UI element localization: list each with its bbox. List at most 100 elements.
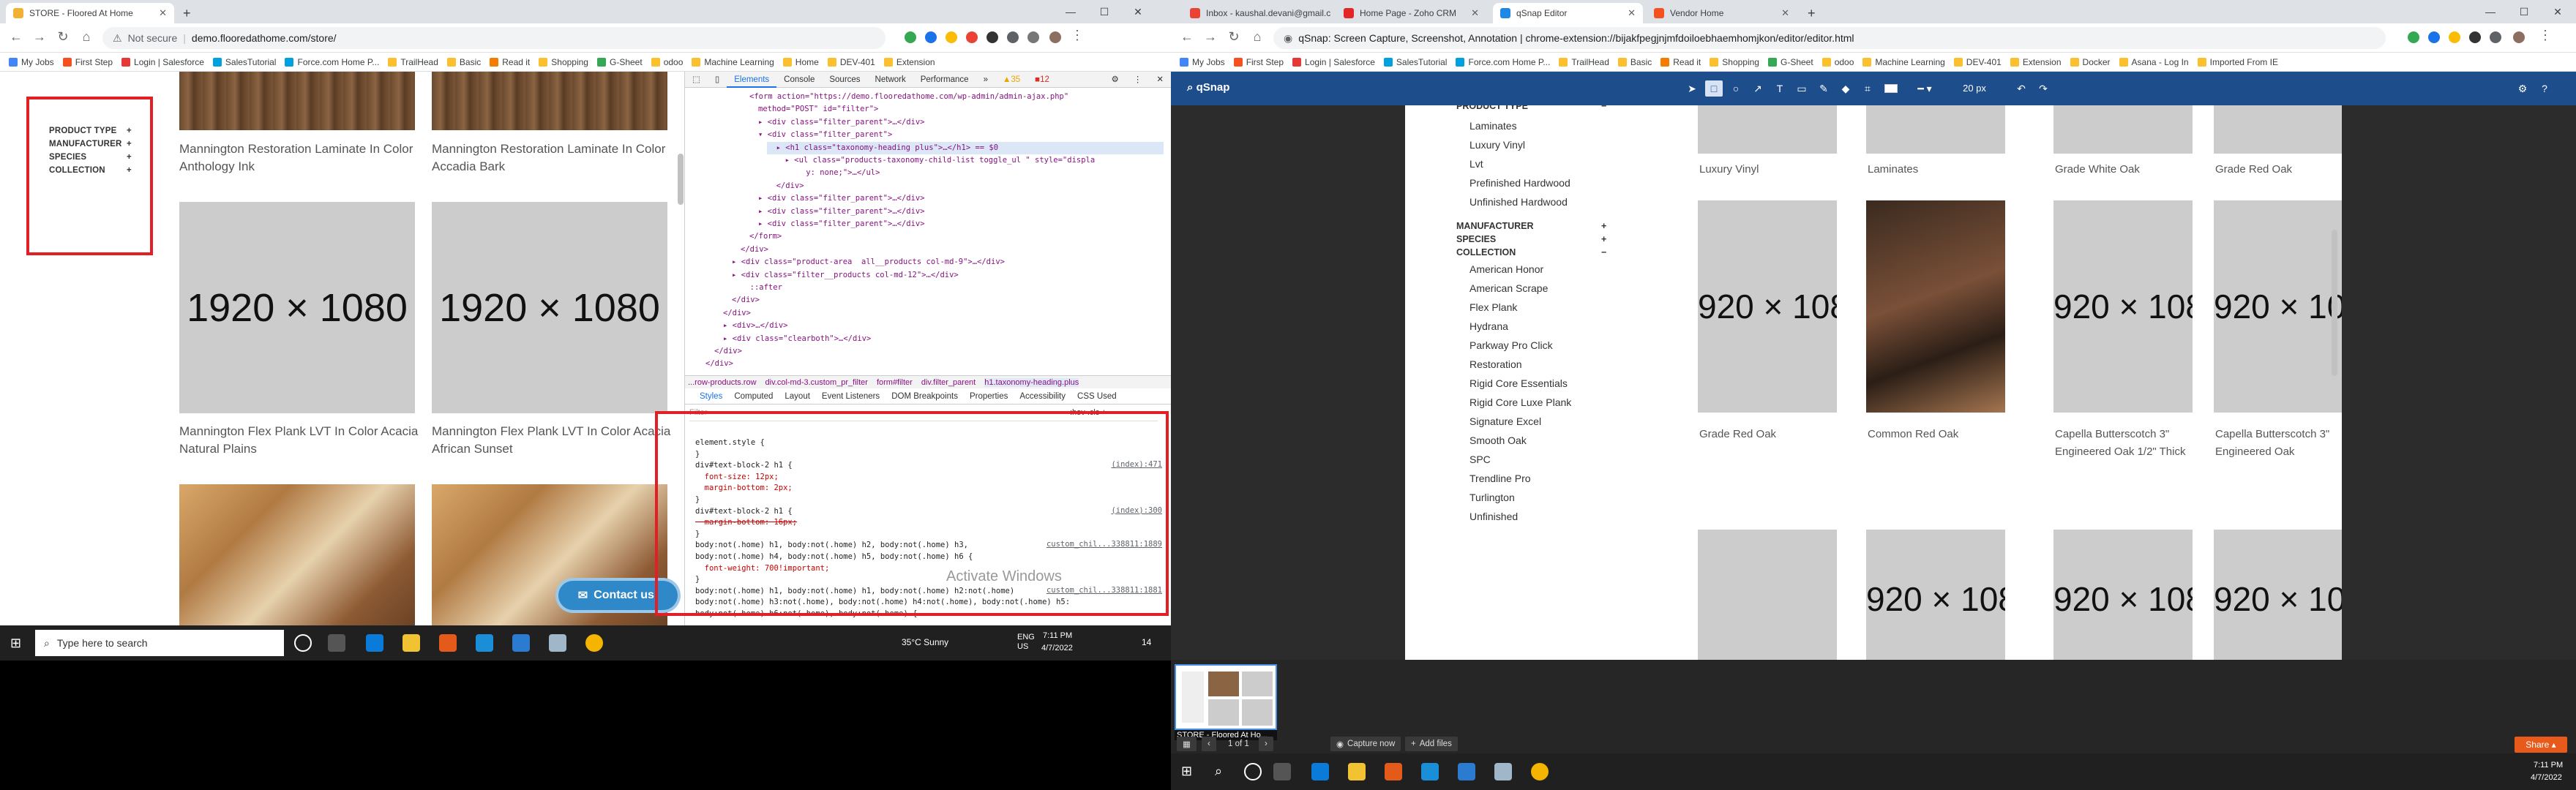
toggle-icon[interactable]: + <box>1601 234 1606 244</box>
product-image[interactable] <box>1698 530 1837 660</box>
text-tool-icon[interactable]: T <box>1771 80 1789 97</box>
collection-item[interactable]: Flex Plank <box>1469 301 1517 313</box>
arrow-tool-icon[interactable]: ↗ <box>1749 80 1767 97</box>
filter-header[interactable]: COLLECTION <box>1456 247 1516 257</box>
product-image-placeholder[interactable] <box>2214 105 2342 154</box>
menu-kebab-icon[interactable]: ⋮ <box>1068 28 1086 43</box>
dom-node-line[interactable]: </div> <box>705 358 733 370</box>
extension-blue-icon[interactable] <box>925 31 937 43</box>
prev-page-icon[interactable]: ‹ <box>1202 737 1216 751</box>
vscode-icon[interactable] <box>1458 763 1475 780</box>
minimize-icon[interactable]: — <box>2474 6 2507 18</box>
filter-manufacturer[interactable]: MANUFACTURER + <box>49 140 132 148</box>
cortana-icon[interactable] <box>294 634 312 652</box>
chrome-icon[interactable] <box>1531 763 1549 780</box>
windows-start-icon[interactable]: ⊞ <box>10 636 21 651</box>
bookmark-item[interactable]: TrailHead <box>388 57 438 67</box>
product-caption[interactable]: Grade Red Oak <box>1699 426 1842 443</box>
bookmark-item[interactable]: Docker <box>2070 57 2111 67</box>
dom-node-line[interactable]: </form> <box>749 230 782 243</box>
product-title[interactable]: Mannington Restoration Laminate In Color… <box>432 140 673 176</box>
collection-item[interactable]: American Honor <box>1469 263 1543 275</box>
close-tab-icon[interactable]: ✕ <box>1781 7 1789 19</box>
bookmark-item[interactable]: DEV-401 <box>827 57 875 67</box>
warnings-badge[interactable]: ▲35 <box>995 72 1027 88</box>
undo-icon[interactable]: ↶ <box>2012 80 2030 97</box>
devtools-tab[interactable]: » <box>976 72 995 88</box>
product-title[interactable]: Mannington Flex Plank LVT In Color Acaci… <box>432 423 673 458</box>
devtools-tab[interactable]: Performance <box>913 72 976 88</box>
task-view-icon[interactable] <box>1273 763 1291 780</box>
bookmark-item[interactable]: Force.com Home P... <box>1456 57 1550 67</box>
bookmark-item[interactable]: Home <box>782 57 819 67</box>
extension-dark-icon[interactable] <box>986 31 998 43</box>
product-image[interactable] <box>1866 105 2005 154</box>
extension-green-icon[interactable] <box>905 31 916 43</box>
menu-kebab-icon[interactable]: ⋮ <box>2536 28 2554 43</box>
url-box[interactable]: ◉ qSnap: Screen Capture, Screenshot, Ann… <box>1273 27 2386 49</box>
capture-now-button[interactable]: ◉ Capture now <box>1330 737 1401 751</box>
weather-widget[interactable]: 35°C Sunny <box>902 637 948 647</box>
profile-avatar[interactable] <box>1049 31 1061 43</box>
expand-icon[interactable]: + <box>127 166 132 175</box>
select-tool-icon[interactable]: ➤ <box>1683 80 1701 97</box>
devtools-close-icon[interactable]: ✕ <box>1149 72 1171 88</box>
back-icon[interactable]: ← <box>1178 29 1196 45</box>
app-orange-icon[interactable] <box>439 634 457 652</box>
extension-yellow-icon[interactable] <box>946 31 957 43</box>
browser-tab[interactable]: Vendor Home ✕ <box>1647 3 1797 23</box>
product-title[interactable]: Mannington Restoration Laminate In Color… <box>179 140 421 176</box>
toggle-icon[interactable]: − <box>1601 247 1606 257</box>
bookmark-item[interactable]: TrailHead <box>1559 57 1609 67</box>
dom-node-line[interactable]: </div> <box>767 180 804 192</box>
product-image[interactable] <box>1698 105 1837 154</box>
page-scrollbar[interactable] <box>678 154 684 205</box>
rectangle-tool-icon[interactable]: □ <box>1705 80 1723 97</box>
product-image[interactable] <box>432 72 667 130</box>
toggle-icon[interactable]: + <box>1601 221 1606 231</box>
browser-tab[interactable]: Inbox - kaushal.devani@gmail.c✕ <box>1183 3 1333 23</box>
callout-tool-icon[interactable]: ▭ <box>1793 80 1811 97</box>
browser-tab[interactable]: Home Page - Zoho CRM ✕ <box>1336 3 1486 23</box>
dom-node-line[interactable]: method="POST" id="filter"> <box>758 103 878 116</box>
pen-tool-icon[interactable]: ✎ <box>1815 80 1832 97</box>
bookmark-item[interactable]: Extension <box>883 57 935 67</box>
maximize-icon[interactable]: ☐ <box>1087 6 1121 18</box>
filter-collection[interactable]: COLLECTION + <box>49 166 132 175</box>
styles-subtab[interactable]: Properties <box>970 392 1008 401</box>
product-caption[interactable]: Grade White Oak <box>2055 161 2198 178</box>
dom-node-line[interactable]: </div> <box>723 307 751 320</box>
filter-header[interactable]: MANUFACTURER <box>1456 221 1534 231</box>
styles-subtab[interactable]: Computed <box>734 392 773 401</box>
bookmark-item[interactable]: My Jobs <box>1180 57 1225 67</box>
dom-node-line[interactable]: y: none;">…</ul> <box>787 167 880 179</box>
bookmark-item[interactable]: DEV-401 <box>1953 57 2002 67</box>
canvas-scrollbar[interactable] <box>2332 230 2337 376</box>
dom-node-line[interactable]: </div> <box>732 294 760 306</box>
filter-product-type[interactable]: PRODUCT TYPE + <box>49 127 132 135</box>
reload-icon[interactable]: ↻ <box>1225 29 1243 45</box>
extensions-puzzle-icon[interactable] <box>1007 31 1019 43</box>
bookmark-item[interactable]: First Step <box>1233 57 1284 67</box>
close-window-icon[interactable]: ✕ <box>2541 6 2575 18</box>
dom-node-line[interactable]: ▸ <div class="filter_parent">…</div> <box>758 206 925 218</box>
forward-icon[interactable]: → <box>31 29 48 45</box>
extension-red-icon[interactable] <box>966 31 978 43</box>
dom-node-line[interactable]: ▸ <div class="filter_parent">…</div> <box>758 192 925 205</box>
collection-item[interactable]: Trendline Pro <box>1469 473 1531 484</box>
close-tab-icon[interactable]: ✕ <box>1628 7 1636 19</box>
chrome-icon[interactable] <box>585 634 603 652</box>
bookmark-item[interactable]: G-Sheet <box>1767 57 1813 67</box>
dom-node-line[interactable]: ▸ <div class="product-area all__products… <box>732 256 1005 268</box>
bookmark-item[interactable]: First Step <box>62 57 113 67</box>
extension-yellow-icon[interactable] <box>2449 31 2460 43</box>
font-size-select[interactable]: 20 px <box>1952 80 1996 97</box>
devtools-tab[interactable]: Network <box>868 72 913 88</box>
skype-icon[interactable] <box>476 634 493 652</box>
bookmark-item[interactable]: Read it <box>1660 57 1701 67</box>
bookmark-item[interactable]: Shopping <box>1710 57 1759 67</box>
collection-item[interactable]: Signature Excel <box>1469 415 1541 427</box>
product-image-placeholder[interactable] <box>2053 105 2193 154</box>
extension-green-icon[interactable] <box>2408 31 2419 43</box>
product-image-placeholder[interactable]: 920 × 108 <box>2214 200 2342 413</box>
